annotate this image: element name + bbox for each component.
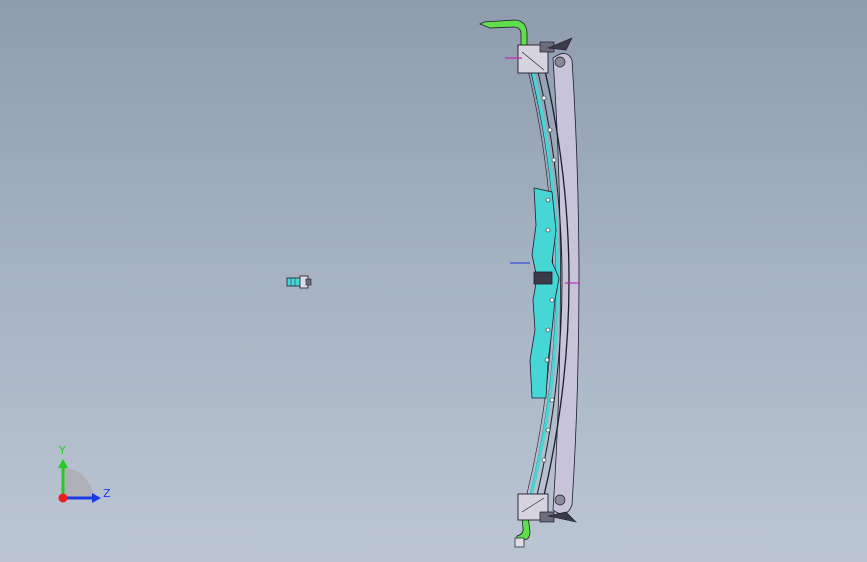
triad-y-arrow bbox=[58, 459, 68, 468]
triad-plane-sector bbox=[63, 468, 93, 498]
graphics-viewport[interactable]: Y Z bbox=[0, 0, 867, 562]
center-clip bbox=[533, 271, 553, 285]
wiper-assembly-icon[interactable] bbox=[479, 19, 580, 548]
model-canvas[interactable]: Y Z bbox=[0, 0, 867, 562]
bolt-part-icon[interactable] bbox=[286, 275, 312, 289]
bottom-tube-tip bbox=[514, 537, 525, 548]
coordinate-triad-icon: Y Z bbox=[58, 444, 111, 503]
triad-y-label: Y bbox=[58, 444, 66, 457]
triad-z-arrow bbox=[92, 493, 101, 503]
triad-z-label: Z bbox=[103, 487, 111, 500]
triad-x-origin bbox=[58, 493, 68, 503]
